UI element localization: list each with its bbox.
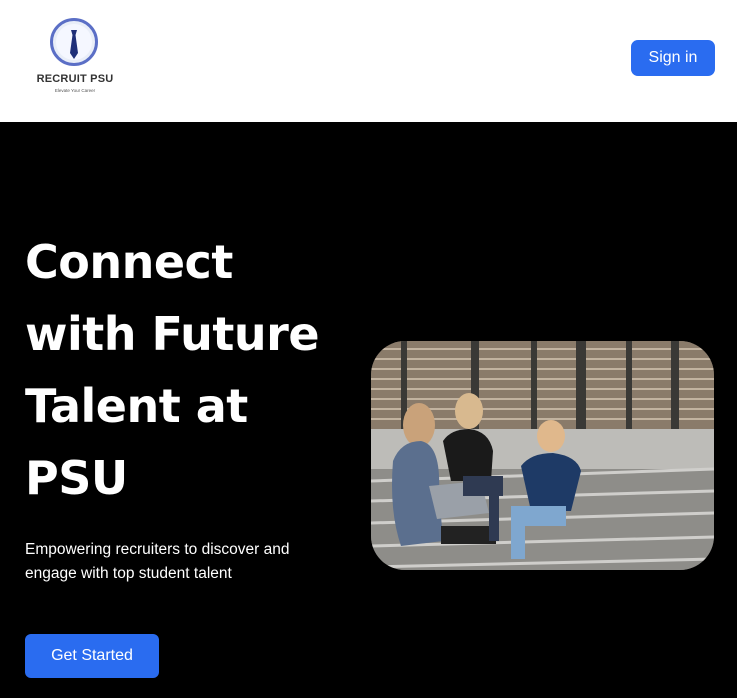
signin-button[interactable]: Sign in xyxy=(631,40,715,76)
tie-icon xyxy=(50,18,98,66)
hero-section: Connect with Future Talent at PSU Empowe… xyxy=(0,122,737,698)
brand-tagline: Elevate Your Career xyxy=(54,88,96,93)
get-started-button[interactable]: Get Started xyxy=(25,634,159,678)
brand-name: RECRUIT PSU xyxy=(36,73,114,85)
hero-image xyxy=(371,341,714,570)
hero-subtitle: Empowering recruiters to discover and en… xyxy=(25,541,290,582)
site-header: RECRUIT PSU Elevate Your Career Sign in xyxy=(0,0,737,122)
brand-logo[interactable]: RECRUIT PSU Elevate Your Career xyxy=(34,18,116,98)
hero-title: Connect with Future Talent at PSU xyxy=(25,235,320,505)
